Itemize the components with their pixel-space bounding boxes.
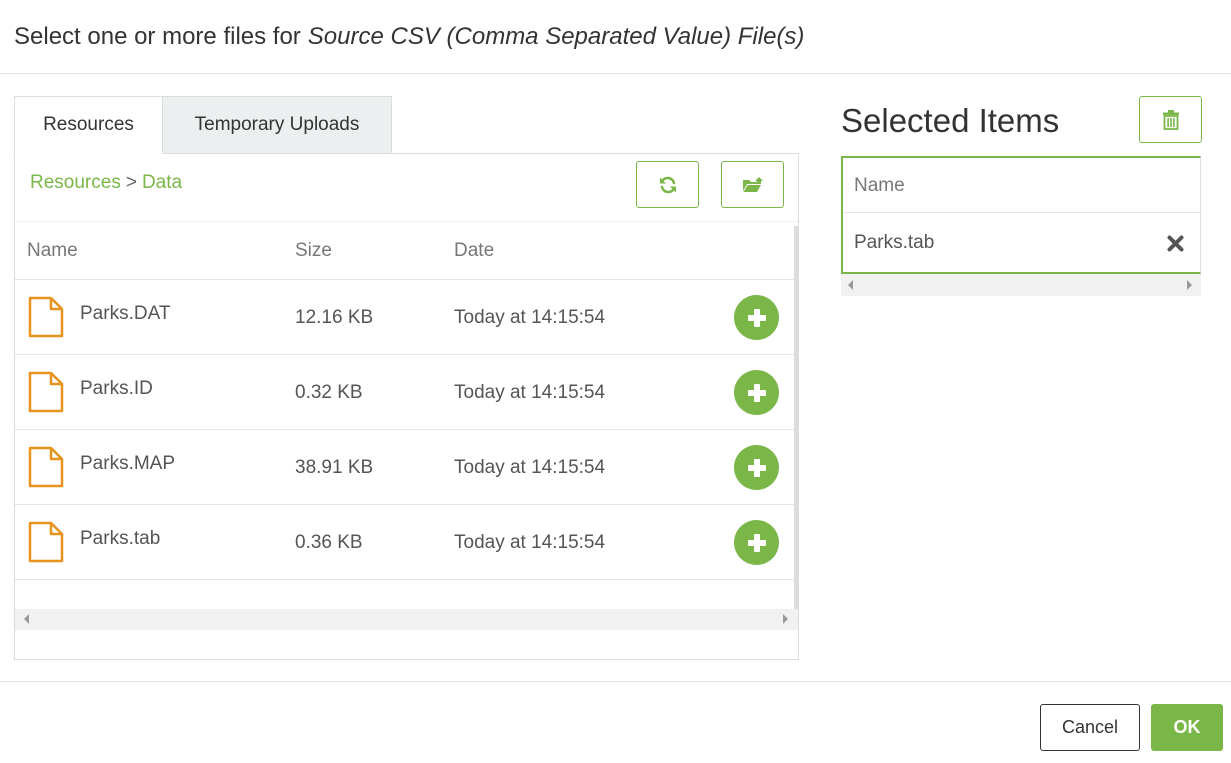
column-header-date[interactable]: Date	[454, 240, 494, 262]
tab-resources[interactable]: Resources	[14, 96, 163, 154]
file-date: Today at 14:15:54	[454, 457, 606, 478]
dialog-header: Select one or more files for Source CSV …	[0, 0, 1231, 74]
file-size: 0.36 KB	[295, 532, 363, 553]
column-header-name[interactable]: Name	[854, 175, 905, 197]
selected-table-header: Name	[843, 158, 1200, 213]
selected-item-row: Parks.tab	[843, 213, 1200, 273]
file-name: Parks.MAP	[80, 453, 176, 474]
selected-items-title: Selected Items	[841, 102, 1060, 139]
dialog-title-target: Source CSV (Comma Separated Value) File(…	[307, 22, 805, 50]
add-file-button[interactable]	[734, 520, 779, 565]
table-row[interactable]: Parks.DAT 12.16 KB Today at 14:15:54	[15, 280, 796, 355]
refresh-icon	[659, 176, 676, 193]
remove-icon[interactable]	[1167, 235, 1184, 252]
trash-icon	[1162, 109, 1179, 130]
file-size: 0.32 KB	[295, 382, 363, 403]
breadcrumb-separator: >	[125, 172, 137, 193]
file-table-horizontal-scrollbar[interactable]	[15, 609, 798, 630]
breadcrumb-item-resources[interactable]: Resources	[30, 172, 121, 193]
refresh-button[interactable]	[636, 161, 699, 208]
file-size: 38.91 KB	[295, 457, 374, 478]
add-file-button[interactable]	[734, 295, 779, 340]
ok-button[interactable]: OK	[1151, 704, 1223, 751]
plus-icon	[747, 533, 766, 552]
scroll-right-arrow-icon[interactable]	[1187, 280, 1192, 290]
add-file-button[interactable]	[734, 445, 779, 490]
plus-icon	[747, 383, 766, 402]
file-date: Today at 14:15:54	[454, 532, 606, 553]
source-tabs: Resources Temporary Uploads	[14, 96, 392, 154]
file-icon	[28, 371, 64, 413]
column-header-size[interactable]: Size	[295, 240, 332, 262]
file-table-header: Name Size Date	[15, 222, 796, 280]
plus-icon	[747, 458, 766, 477]
breadcrumb-bar: Resources > Data	[15, 154, 798, 222]
breadcrumb: Resources > Data	[30, 172, 182, 194]
file-table: Name Size Date Parks.DAT 12.16 KB Today …	[15, 222, 796, 611]
file-icon	[28, 296, 64, 338]
file-name: Parks.DAT	[80, 303, 171, 324]
breadcrumb-item-data[interactable]: Data	[142, 172, 182, 193]
file-browser-panel: Resources > Data Name Size Date Parks.DA…	[14, 153, 799, 660]
file-date: Today at 14:15:54	[454, 382, 606, 403]
scroll-left-arrow-icon[interactable]	[848, 280, 853, 290]
table-row[interactable]: Parks.tab 0.36 KB Today at 14:15:54	[15, 505, 796, 580]
upload-folder-button[interactable]	[721, 161, 784, 208]
file-table-vertical-scrollbar[interactable]	[794, 226, 798, 611]
dialog-title-prefix: Select one or more files for	[14, 22, 301, 50]
folder-upload-icon	[742, 176, 763, 192]
file-date: Today at 14:15:54	[454, 307, 606, 328]
scroll-left-arrow-icon[interactable]	[24, 614, 29, 624]
cancel-button[interactable]: Cancel	[1040, 704, 1140, 751]
file-icon	[28, 521, 64, 563]
file-name: Parks.ID	[80, 378, 153, 399]
add-file-button[interactable]	[734, 370, 779, 415]
scroll-right-arrow-icon[interactable]	[783, 614, 788, 624]
selected-item-name: Parks.tab	[854, 232, 935, 253]
file-icon	[28, 446, 64, 488]
plus-icon	[747, 308, 766, 327]
tab-temporary-uploads[interactable]: Temporary Uploads	[163, 96, 392, 154]
clear-selection-button[interactable]	[1139, 96, 1202, 143]
file-name: Parks.tab	[80, 528, 161, 549]
column-header-name[interactable]: Name	[27, 240, 78, 262]
table-row[interactable]: Parks.MAP 38.91 KB Today at 14:15:54	[15, 430, 796, 505]
table-row[interactable]: Parks.ID 0.32 KB Today at 14:15:54	[15, 355, 796, 430]
dialog-footer: Cancel OK	[0, 681, 1231, 763]
file-size: 12.16 KB	[295, 307, 374, 328]
selected-table-horizontal-scrollbar[interactable]	[841, 274, 1201, 296]
selected-items-table: Name Parks.tab	[841, 156, 1201, 274]
